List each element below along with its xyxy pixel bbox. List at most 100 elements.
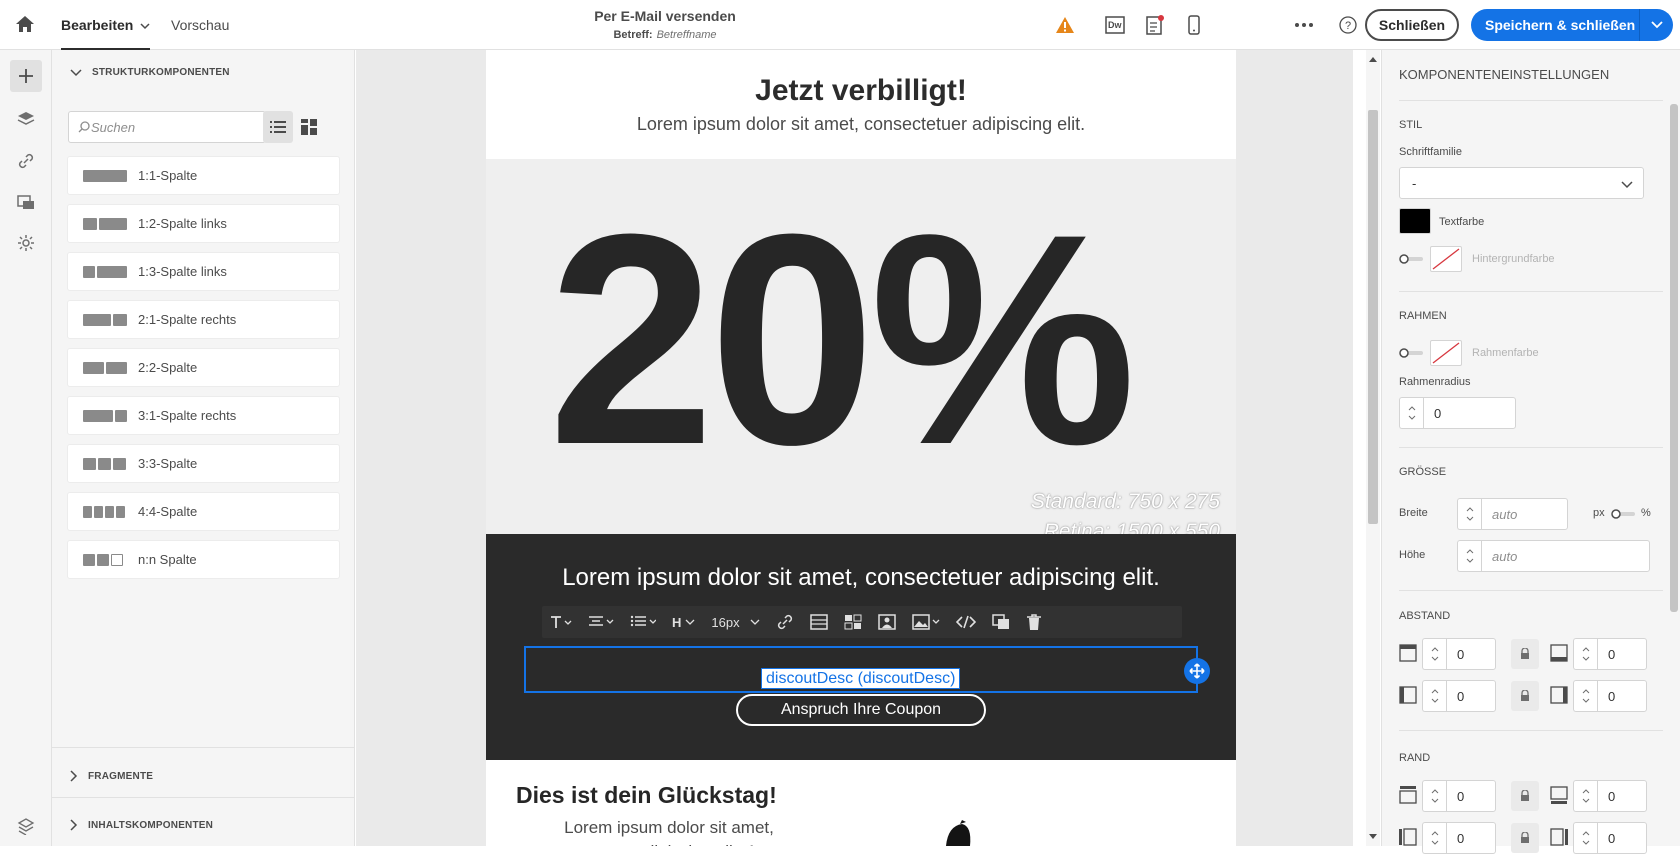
list-button[interactable]	[622, 606, 664, 638]
tab-vorschau[interactable]: Vorschau	[171, 0, 229, 50]
personalize-button[interactable]	[870, 606, 904, 638]
stepper-arrows[interactable]	[1422, 780, 1446, 812]
assets-icon[interactable]	[14, 190, 38, 214]
component-item[interactable]: 3:1-Spalte rechts	[67, 396, 340, 435]
component-item[interactable]: 4:4-Spalte	[67, 492, 340, 531]
move-icon[interactable]	[1184, 658, 1210, 684]
personalization-icon[interactable]	[14, 231, 38, 255]
product-image[interactable]	[926, 820, 986, 846]
height-input[interactable]: auto	[1457, 540, 1650, 572]
stepper-arrows[interactable]	[1422, 822, 1446, 854]
dark-block-text[interactable]: Lorem ipsum dolor sit amet, consectetuer…	[486, 564, 1236, 592]
component-item[interactable]: 1:3-Spalte links	[67, 252, 340, 291]
component-item[interactable]: 1:2-Spalte links	[67, 204, 340, 243]
content-section-header[interactable]: INHALTSKOMPONENTEN	[70, 819, 213, 831]
text-color-swatch[interactable]	[1399, 208, 1431, 234]
table-icon	[809, 614, 828, 630]
duplicate-button[interactable]	[984, 606, 1018, 638]
stepper-arrows[interactable]	[1457, 498, 1481, 530]
font-family-select[interactable]: -	[1399, 167, 1644, 199]
stepper-arrows[interactable]	[1457, 540, 1481, 572]
margin-bottom-input[interactable]: 0	[1573, 780, 1647, 812]
stepper-arrows[interactable]	[1573, 638, 1597, 670]
stepper-arrows[interactable]	[1573, 680, 1597, 712]
column-layout-icon	[83, 553, 127, 567]
component-item[interactable]: 3:3-Spalte	[67, 444, 340, 483]
subject-line[interactable]: Betreff: Betreffname	[500, 29, 830, 41]
email-headline[interactable]: Jetzt verbilligt!	[486, 74, 1236, 108]
delete-button[interactable]	[1018, 606, 1050, 638]
layers-icon[interactable]	[14, 107, 38, 131]
stepper-arrows[interactable]	[1573, 780, 1597, 812]
padding-top-input[interactable]: 0	[1422, 638, 1496, 670]
stepper-arrows[interactable]	[1422, 638, 1446, 670]
link-icon[interactable]	[14, 149, 38, 173]
close-button[interactable]: Schließen	[1365, 9, 1459, 41]
add-icon[interactable]	[10, 60, 42, 92]
border-color-toggle[interactable]	[1399, 348, 1423, 358]
structure-section-header[interactable]: STRUKTURKOMPONENTEN	[70, 67, 230, 78]
tab-bearbeiten[interactable]: Bearbeiten	[61, 0, 150, 50]
search-input[interactable]: Suchen	[68, 111, 266, 143]
stepper-arrows[interactable]	[1422, 680, 1446, 712]
lower-block[interactable]: Dies ist dein Glückstag! Lorem ipsum dol…	[486, 760, 1236, 846]
border-radius-input[interactable]: 0	[1399, 397, 1516, 429]
home-icon[interactable]	[14, 13, 38, 37]
checklist-icon[interactable]	[1143, 13, 1167, 37]
save-close-button[interactable]: Speichern & schließen	[1471, 9, 1673, 41]
component-item[interactable]: 1:1-Spalte	[67, 156, 340, 195]
padding-bottom-input[interactable]: 0	[1573, 638, 1647, 670]
component-item[interactable]: n:n Spalte	[67, 540, 340, 579]
lock-icon[interactable]	[1511, 681, 1539, 711]
lock-icon[interactable]	[1511, 781, 1539, 811]
mobile-icon[interactable]	[1182, 13, 1206, 37]
grid-view-button[interactable]	[294, 111, 324, 143]
padding-left-input[interactable]: 0	[1422, 680, 1496, 712]
fragments-section-header[interactable]: FRAGMENTE	[70, 770, 153, 782]
heading-button[interactable]: H	[664, 606, 703, 638]
component-item[interactable]: 2:2-Spalte	[67, 348, 340, 387]
list-view-button[interactable]	[263, 111, 293, 143]
bg-color-toggle[interactable]	[1399, 254, 1423, 264]
chevron-down-icon[interactable]	[1639, 9, 1673, 41]
selected-component[interactable]: discoutDesc (discoutDesc)	[524, 646, 1210, 693]
lock-icon[interactable]	[1511, 823, 1539, 853]
chevron-down-icon[interactable]	[140, 0, 150, 50]
text-style-button[interactable]	[542, 606, 580, 638]
settings-scrollbar-thumb[interactable]	[1670, 104, 1678, 612]
email-subline[interactable]: Lorem ipsum dolor sit amet, consectetuer…	[486, 114, 1236, 135]
lower-text[interactable]: Lorem ipsum dolor sit amet, consectetuer…	[514, 816, 824, 846]
canvas-scrollbar-thumb[interactable]	[1368, 110, 1378, 524]
margin-right-input[interactable]: 0	[1573, 822, 1647, 854]
structure-settings-icon[interactable]	[14, 814, 38, 838]
hero-image[interactable]: 20% Standard: 750 x 275 Retina: 1500 x 5…	[486, 159, 1236, 534]
stepper-arrows[interactable]	[1573, 822, 1597, 854]
image-button[interactable]	[904, 606, 948, 638]
unit-toggle[interactable]	[1611, 509, 1635, 519]
margin-left-input[interactable]: 0	[1422, 822, 1496, 854]
personalization-field-tag[interactable]: discoutDesc (discoutDesc)	[761, 668, 961, 689]
border-color-swatch[interactable]	[1430, 340, 1462, 366]
scroll-down-icon[interactable]	[1369, 834, 1377, 840]
columns-button[interactable]	[836, 606, 870, 638]
width-input[interactable]: auto	[1457, 498, 1568, 530]
align-button[interactable]	[580, 606, 622, 638]
scroll-up-icon[interactable]	[1369, 56, 1377, 62]
padding-right-input[interactable]: 0	[1573, 680, 1647, 712]
bg-color-swatch[interactable]	[1430, 246, 1462, 272]
link-button[interactable]	[768, 606, 802, 638]
coupon-button[interactable]: Anspruch Ihre Coupon	[736, 694, 986, 726]
font-size-select[interactable]: 16px	[703, 606, 767, 638]
component-item[interactable]: 2:1-Spalte rechts	[67, 300, 340, 339]
lower-heading[interactable]: Dies ist dein Glückstag!	[516, 782, 777, 809]
dreamweaver-icon[interactable]: Dw	[1103, 13, 1127, 37]
margin-top-input[interactable]: 0	[1422, 780, 1496, 812]
help-icon[interactable]: ?	[1336, 13, 1360, 37]
stepper-arrows[interactable]	[1399, 397, 1423, 429]
warning-icon[interactable]	[1053, 13, 1077, 37]
dark-block[interactable]: Lorem ipsum dolor sit amet, consectetuer…	[486, 534, 1236, 760]
more-icon[interactable]	[1292, 13, 1316, 37]
table-button[interactable]	[802, 606, 836, 638]
code-button[interactable]	[948, 606, 984, 638]
lock-icon[interactable]	[1511, 639, 1539, 669]
